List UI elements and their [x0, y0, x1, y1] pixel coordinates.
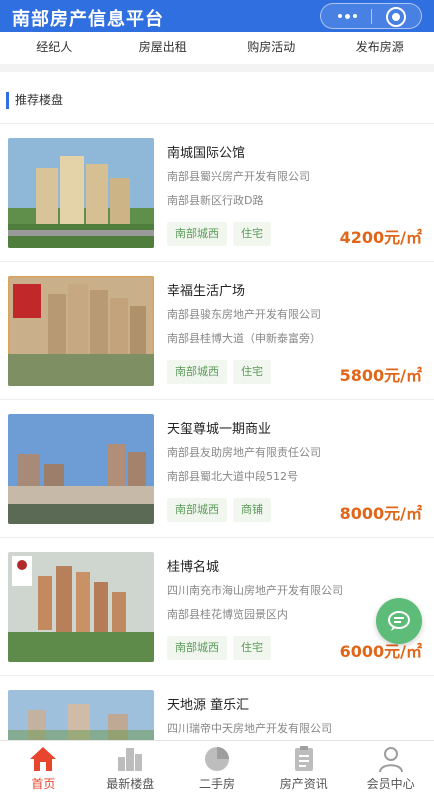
mini-program-capsule [320, 3, 422, 29]
listing-thumbnail [8, 414, 154, 524]
listing-tag-area: 南部城西 [167, 498, 227, 522]
listing-item[interactable]: 天玺尊城一期商业 南部县友助房地产有限责任公司 南部县蜀北大道中段512号 南部… [0, 400, 434, 538]
capsule-divider [371, 9, 372, 24]
bottom-tab-bar: 首页 最新楼盘 二手房 房产资讯 会员中心 [0, 740, 434, 798]
user-icon [376, 745, 406, 773]
tab-label: 最新楼盘 [106, 777, 155, 791]
nav-item-promotions[interactable]: 购房活动 [217, 32, 326, 64]
tab-label: 二手房 [198, 777, 235, 791]
listing-price: 8000元/㎡ [339, 504, 422, 523]
listing-thumbnail [8, 552, 154, 662]
listing-address: 南部县新区行政D路 [167, 194, 264, 207]
listing-developer: 四川南充市海山房地产开发有限公司 [167, 584, 343, 597]
tab-second-hand[interactable]: 二手房 [174, 741, 261, 798]
listing-address: 南部县桂花博览园景区内 [167, 608, 288, 621]
nav-item-agents[interactable]: 经纪人 [0, 32, 109, 64]
listing-price: 4200元/㎡ [339, 228, 422, 247]
listing-address: 南部县桂博大道（申新泰富旁） [167, 332, 321, 345]
close-target-icon[interactable] [386, 7, 406, 27]
more-dots-icon[interactable] [333, 7, 361, 25]
listing-tag-area: 南部城西 [167, 360, 227, 384]
tab-label: 首页 [31, 777, 56, 791]
page-title: 南部房产信息平台 [12, 9, 164, 30]
top-nav: 经纪人 房屋出租 购房活动 发布房源 [0, 32, 434, 64]
tab-label: 会员中心 [366, 777, 415, 791]
listing-name: 桂博名城 [167, 560, 220, 575]
listing-developer: 南部县骏东房地产开发有限公司 [167, 308, 321, 321]
listing-name: 天地源 童乐汇 [167, 698, 250, 713]
listing-name: 天玺尊城一期商业 [167, 422, 272, 437]
listing-item[interactable]: 桂博名城 四川南充市海山房地产开发有限公司 南部县桂花博览园景区内 南部城西 住… [0, 538, 434, 676]
listing-address: 南部县蜀北大道中段512号 [167, 470, 298, 483]
clipboard-icon [289, 745, 319, 773]
tab-news[interactable]: 房产资讯 [260, 741, 347, 798]
section-separator [0, 64, 434, 72]
listing-item[interactable]: 南城国际公馆 南部县蜀兴房产开发有限公司 南部县新区行政D路 南部城西 住宅 4… [0, 124, 434, 262]
tab-member-center[interactable]: 会员中心 [347, 741, 434, 798]
title-bar: 南部房产信息平台 [0, 0, 434, 32]
listing-tag-type: 住宅 [233, 222, 271, 246]
home-icon [28, 745, 58, 773]
listing-price: 5800元/㎡ [339, 366, 422, 385]
chat-icon [388, 611, 410, 631]
listing-name: 南城国际公馆 [167, 146, 246, 161]
listing-thumbnail [8, 276, 154, 386]
listing-tag-type: 住宅 [233, 636, 271, 660]
listing-item[interactable]: 幸福生活广场 南部县骏东房地产开发有限公司 南部县桂博大道（申新泰富旁） 南部城… [0, 262, 434, 400]
listing-tag-area: 南部城西 [167, 222, 227, 246]
building-icon [115, 745, 145, 773]
listing-price: 6000元/㎡ [339, 642, 422, 661]
tab-home[interactable]: 首页 [0, 741, 87, 798]
nav-item-post-listing[interactable]: 发布房源 [326, 32, 434, 64]
listing-developer: 南部县蜀兴房产开发有限公司 [167, 170, 310, 183]
tab-new-listings[interactable]: 最新楼盘 [87, 741, 174, 798]
tab-label: 房产资讯 [279, 777, 328, 791]
listing-developer: 四川瑞帝中天房地产开发有限公司 [167, 722, 332, 735]
section-accent-bar [6, 92, 9, 109]
listing-tag-area: 南部城西 [167, 636, 227, 660]
listing-tag-type: 商铺 [233, 498, 271, 522]
listing-developer: 南部县友助房地产有限责任公司 [167, 446, 321, 459]
listing-thumbnail [8, 138, 154, 248]
pie-chart-icon [202, 745, 232, 773]
listing-list: 南城国际公馆 南部县蜀兴房产开发有限公司 南部县新区行政D路 南部城西 住宅 4… [0, 124, 434, 798]
section-title: 推荐楼盘 [15, 93, 64, 107]
listing-tag-type: 住宅 [233, 360, 271, 384]
section-header: 推荐楼盘 [0, 72, 434, 124]
nav-item-rentals[interactable]: 房屋出租 [109, 32, 218, 64]
chat-fab[interactable] [376, 598, 422, 644]
listing-name: 幸福生活广场 [167, 284, 246, 299]
